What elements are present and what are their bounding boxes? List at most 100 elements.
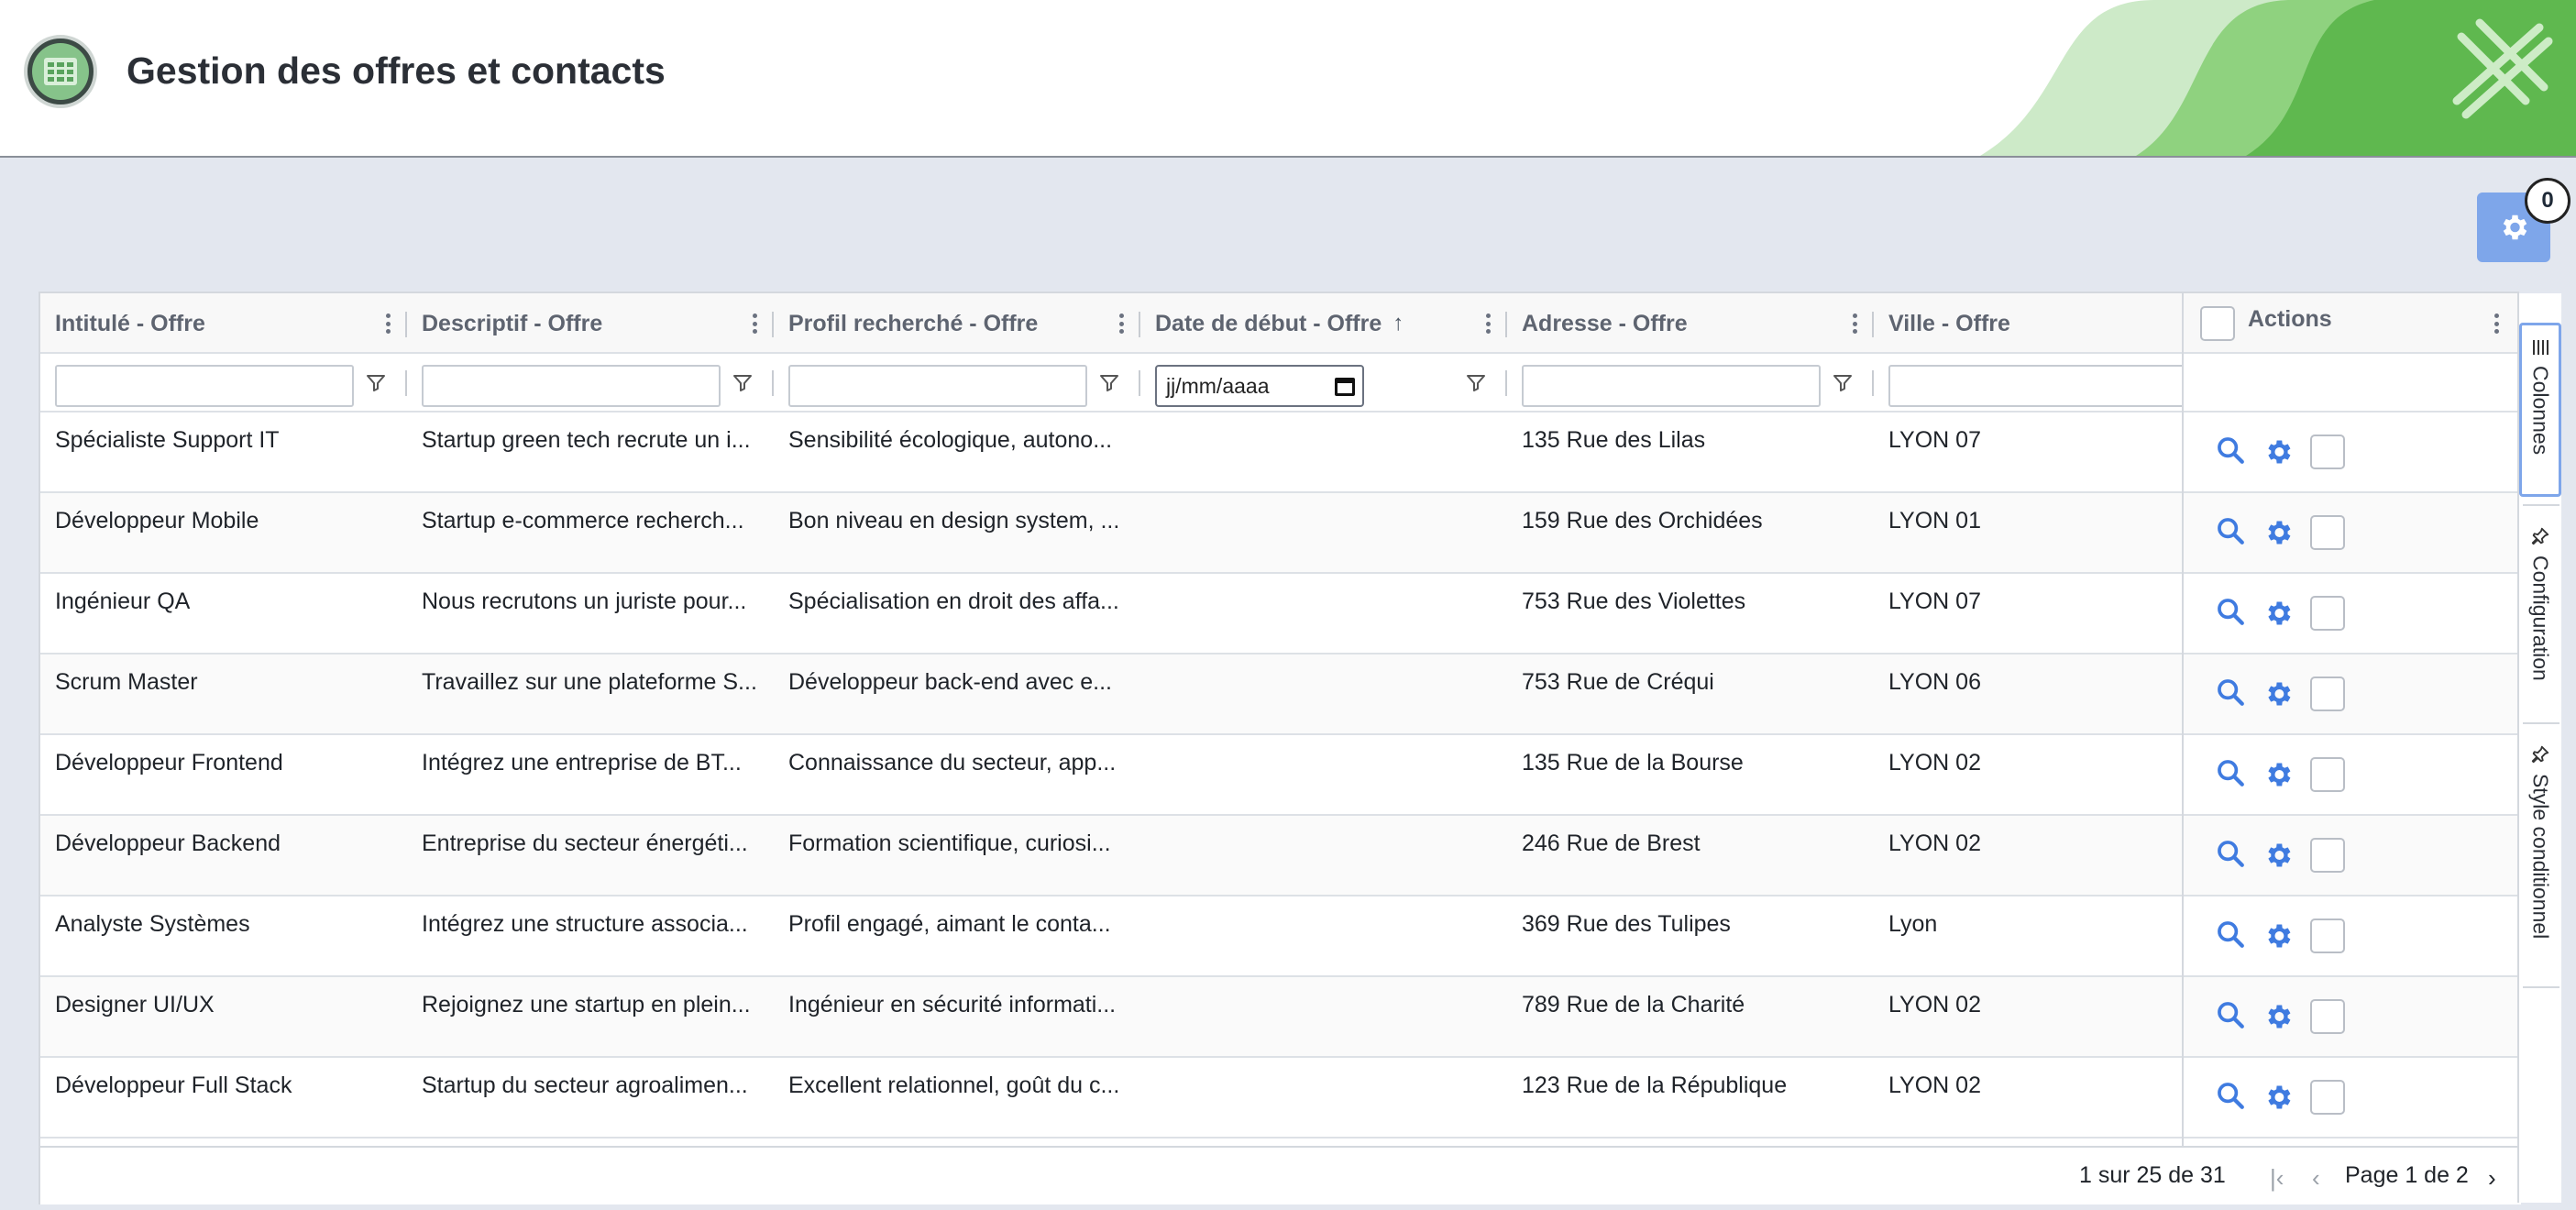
next-page-icon[interactable]: › bbox=[2488, 1164, 2496, 1193]
column-menu-icon[interactable] bbox=[1852, 314, 1857, 334]
previous-page-icon[interactable]: ‹ bbox=[2312, 1164, 2320, 1193]
filter-input-profil[interactable] bbox=[788, 365, 1087, 407]
gear-icon[interactable] bbox=[2262, 840, 2294, 871]
search-icon[interactable] bbox=[2215, 1080, 2246, 1111]
filter-input-ville[interactable] bbox=[1888, 365, 2182, 407]
cell-adresse: 246 Rue de Brest bbox=[1522, 830, 1701, 856]
gear-icon[interactable] bbox=[2262, 1082, 2294, 1113]
table-row[interactable]: Développeur Mobile Startup e-commerce re… bbox=[40, 493, 2182, 574]
search-icon[interactable] bbox=[2215, 999, 2246, 1030]
filter-date-input[interactable]: jj/mm/aaaa bbox=[1155, 365, 1364, 407]
action-cell bbox=[2184, 735, 2521, 816]
row-select-checkbox[interactable] bbox=[2310, 999, 2345, 1034]
column-header-adresse[interactable]: Adresse - Offre bbox=[1507, 293, 1874, 352]
tab-colonnes[interactable]: Colonnes bbox=[2519, 323, 2561, 497]
filter-icon[interactable] bbox=[1832, 372, 1854, 394]
cell-descriptif: Startup e-commerce recherch... bbox=[422, 508, 744, 534]
tab-configuration[interactable]: Configuration bbox=[2519, 513, 2561, 715]
search-icon[interactable] bbox=[2215, 838, 2246, 869]
cell-descriptif: Intégrez une entreprise de BT... bbox=[422, 750, 742, 776]
select-all-checkbox[interactable] bbox=[2200, 306, 2235, 341]
date-placeholder: jj/mm/aaaa bbox=[1166, 373, 1270, 398]
row-select-checkbox[interactable] bbox=[2310, 434, 2345, 469]
gear-icon[interactable] bbox=[2262, 436, 2294, 468]
actions-header: Actions bbox=[2184, 293, 2521, 354]
row-select-checkbox[interactable] bbox=[2310, 838, 2345, 873]
sort-ascending-icon[interactable]: ↑ bbox=[1393, 311, 1404, 336]
cell-descriptif: Travaillez sur une plateforme S... bbox=[422, 669, 757, 695]
search-icon[interactable] bbox=[2215, 434, 2246, 466]
cell-ville: LYON 02 bbox=[1888, 750, 1981, 776]
cell-profil: Sensibilité écologique, autono... bbox=[788, 427, 1113, 453]
row-select-checkbox[interactable] bbox=[2310, 515, 2345, 550]
column-header-label: Descriptif - Offre bbox=[422, 310, 603, 336]
search-icon[interactable] bbox=[2215, 757, 2246, 788]
cell-ville: LYON 02 bbox=[1888, 992, 1981, 1018]
action-cell bbox=[2184, 654, 2521, 735]
search-icon[interactable] bbox=[2215, 676, 2246, 708]
column-menu-icon[interactable] bbox=[2493, 314, 2499, 334]
column-menu-icon[interactable] bbox=[385, 314, 391, 334]
gear-icon[interactable] bbox=[2262, 759, 2294, 790]
pin-icon bbox=[2531, 527, 2549, 545]
actions-header-label: Actions bbox=[2248, 306, 2332, 332]
table-row[interactable]: Développeur Full Stack Startup du secteu… bbox=[40, 1058, 2182, 1138]
cell-ville: Lyon bbox=[1888, 911, 1938, 937]
gear-icon[interactable] bbox=[2262, 517, 2294, 548]
table-row[interactable]: Développeur Frontend Intégrez une entrep… bbox=[40, 735, 2182, 816]
filter-icon[interactable] bbox=[365, 372, 387, 394]
filter-icon[interactable] bbox=[732, 372, 754, 394]
cell-ville: LYON 01 bbox=[1888, 508, 1981, 534]
tab-style-conditionnel[interactable]: Style conditionnel bbox=[2519, 732, 2561, 979]
cell-intitule: Développeur Backend bbox=[55, 830, 281, 856]
cell-ville: LYON 07 bbox=[1888, 588, 1981, 614]
table-row[interactable]: Designer UI/UX Rejoignez une startup en … bbox=[40, 977, 2182, 1058]
row-select-checkbox[interactable] bbox=[2310, 918, 2345, 953]
filter-input-adresse[interactable] bbox=[1522, 365, 1821, 407]
table-row[interactable]: Scrum Master Travaillez sur une platefor… bbox=[40, 654, 2182, 735]
search-icon[interactable] bbox=[2215, 918, 2246, 950]
filter-input-intitule[interactable] bbox=[55, 365, 354, 407]
column-menu-icon[interactable] bbox=[1485, 314, 1491, 334]
gear-icon[interactable] bbox=[2262, 598, 2294, 629]
tab-label: Configuration bbox=[2528, 556, 2553, 681]
app-logo[interactable] bbox=[24, 35, 97, 108]
cell-profil: Excellent relationnel, goût du c... bbox=[788, 1072, 1120, 1098]
column-header-ville[interactable]: Ville - Offre bbox=[1874, 293, 2182, 352]
row-select-checkbox[interactable] bbox=[2310, 676, 2345, 711]
column-menu-icon[interactable] bbox=[1118, 314, 1124, 334]
filter-input-descriptif[interactable] bbox=[422, 365, 721, 407]
cell-ville: LYON 02 bbox=[1888, 1072, 1981, 1098]
calendar-icon[interactable] bbox=[1335, 378, 1355, 396]
table-row[interactable]: Analyste Systèmes Intégrez une structure… bbox=[40, 896, 2182, 977]
row-select-checkbox[interactable] bbox=[2310, 757, 2345, 792]
column-header-date-debut[interactable]: Date de début - Offre ↑ bbox=[1140, 293, 1507, 352]
column-header-label: Adresse - Offre bbox=[1522, 310, 1688, 336]
tool-panel-sidebar: Colonnes Configuration Style conditionne… bbox=[2517, 293, 2561, 1203]
search-icon[interactable] bbox=[2215, 515, 2246, 546]
settings-count-badge: 0 bbox=[2525, 178, 2570, 224]
gear-icon[interactable] bbox=[2262, 678, 2294, 710]
row-select-checkbox[interactable] bbox=[2310, 596, 2345, 631]
first-page-icon[interactable]: |‹ bbox=[2270, 1164, 2284, 1193]
column-header-intitule[interactable]: Intitulé - Offre bbox=[40, 293, 407, 352]
row-select-checkbox[interactable] bbox=[2310, 1080, 2345, 1115]
gear-icon[interactable] bbox=[2262, 920, 2294, 952]
page-indicator: Page 1 de 2 bbox=[2345, 1162, 2469, 1188]
gear-icon bbox=[2503, 214, 2527, 240]
cell-profil: Développeur back-end avec e... bbox=[788, 669, 1112, 695]
gear-icon[interactable] bbox=[2262, 1001, 2294, 1032]
filter-icon[interactable] bbox=[1465, 372, 1487, 394]
filter-icon[interactable] bbox=[1098, 372, 1120, 394]
search-icon[interactable] bbox=[2215, 596, 2246, 627]
column-header-descriptif[interactable]: Descriptif - Offre bbox=[407, 293, 774, 352]
cell-adresse: 753 Rue des Violettes bbox=[1522, 588, 1746, 614]
table-row[interactable]: Ingénieur QA Nous recrutons un juriste p… bbox=[40, 574, 2182, 654]
action-cell bbox=[2184, 493, 2521, 574]
table-row[interactable]: Spécialiste Support IT Startup green tec… bbox=[40, 412, 2182, 493]
table-row[interactable]: Développeur Backend Entreprise du secteu… bbox=[40, 816, 2182, 896]
column-menu-icon[interactable] bbox=[752, 314, 757, 334]
pin-icon bbox=[2531, 745, 2549, 764]
columns-icon bbox=[2533, 340, 2548, 355]
column-header-profil[interactable]: Profil recherché - Offre bbox=[774, 293, 1140, 352]
